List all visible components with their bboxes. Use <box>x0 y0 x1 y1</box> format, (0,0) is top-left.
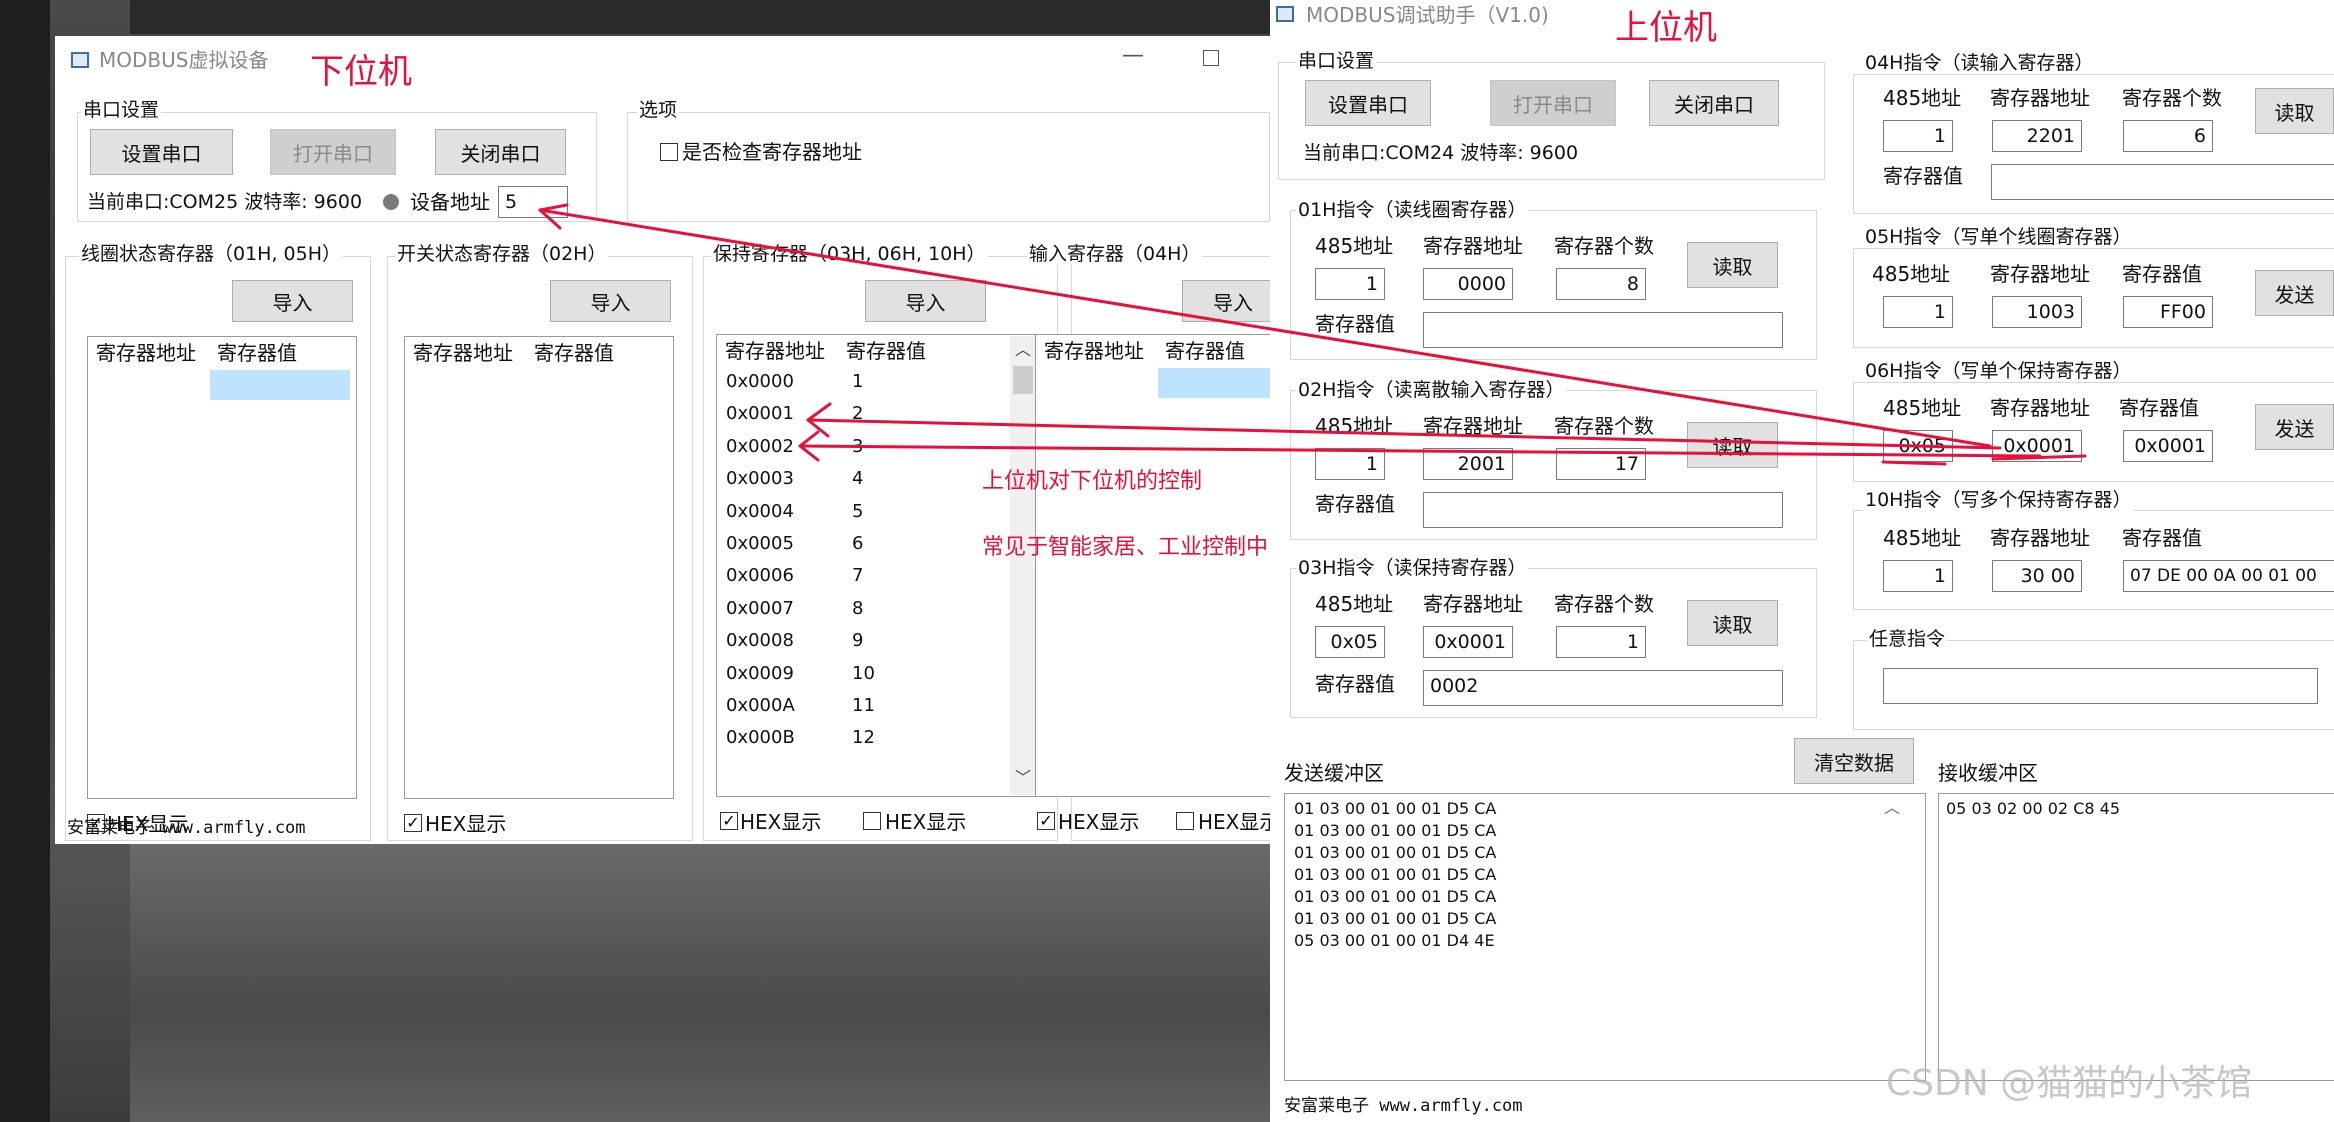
underline-0x05 <box>1881 460 1947 466</box>
arrow-device-address <box>538 208 1992 448</box>
csdn-watermark: CSDN @猫猫的小茶馆 <box>1886 1063 2253 1104</box>
arrow-register-0x0001 <box>806 418 2002 450</box>
arrowhead-device-address <box>538 203 569 230</box>
control-arrows <box>538 203 2087 466</box>
arrow-register-0x0002 <box>798 444 2042 458</box>
